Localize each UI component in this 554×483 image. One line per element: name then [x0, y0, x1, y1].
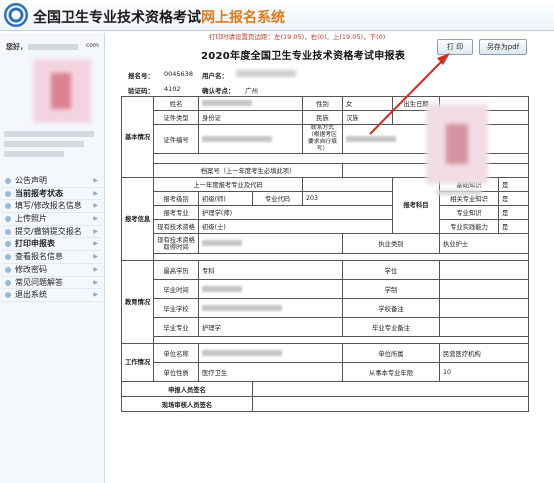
chevron-right-icon: ▶: [93, 177, 98, 184]
menu-item-faq[interactable]: 常见问题解答 ▶: [2, 277, 102, 290]
arrow-line: [369, 59, 444, 135]
bullet-icon: [5, 241, 11, 248]
bullet-icon: [5, 178, 11, 184]
site-header: 全国卫生专业技术资格考试网上报名系统: [0, 0, 554, 31]
menu-item-edit-info[interactable]: 填写/修改报名信息 ▶: [2, 200, 102, 214]
chevron-right-icon: ▶: [93, 265, 98, 273]
chevron-right-icon: ▶: [93, 189, 98, 197]
blurred-info-2: [4, 141, 84, 147]
main-content: 打印时请设置页边距：左(19.05)，右(0)，上(19.05)，下(0) 打 …: [106, 30, 554, 483]
blurred-info-1: [4, 131, 94, 137]
account-suffix: com: [86, 42, 99, 49]
chevron-right-icon: ▶: [93, 240, 98, 248]
user-photo: [33, 59, 91, 123]
menu-item-view-info[interactable]: 查看报名信息 ▶: [2, 251, 102, 264]
bullet-icon: [5, 190, 11, 197]
bullet-icon: [5, 279, 11, 286]
sidebar-menu: 公告声明 ▶ 当前报考状态 ▶ 填写/修改报名信息 ▶ 上传照片 ▶ 提交/撤销提交报名…: [2, 175, 102, 302]
chevron-right-icon: ▶: [93, 227, 98, 235]
bullet-icon: [5, 292, 11, 299]
menu-item-submit[interactable]: 提交/撤销提交报名 ▶: [2, 226, 102, 239]
welcome-text: 您好，: [6, 43, 27, 51]
menu-item-change-password[interactable]: 修改密码 ▶: [2, 264, 102, 277]
menu-item-status[interactable]: 当前报考状态 ▶: [2, 188, 102, 201]
username-blurred: [28, 44, 78, 50]
logo-icon: [4, 3, 28, 27]
chevron-right-icon: ▶: [93, 253, 98, 261]
chevron-right-icon: ▶: [93, 215, 98, 223]
menu-item-upload-photo[interactable]: 上传照片 ▶: [2, 213, 102, 226]
sidebar: 您好， com 公告声明 ▶ 当前报考状态 ▶ 填写/修改报名信息 ▶ 上传照片 ▶ 提…: [0, 33, 105, 483]
menu-item-announcement[interactable]: 公告声明 ▶: [2, 175, 102, 188]
bullet-icon: [5, 266, 11, 273]
menu-item-logout[interactable]: 退出系统 ▶: [2, 289, 102, 302]
annotation-arrow: [369, 53, 450, 135]
chevron-right-icon: ▶: [93, 202, 98, 210]
bullet-icon: [5, 228, 11, 235]
menu-item-print[interactable]: 打印申报表 ▶: [2, 238, 102, 252]
chevron-right-icon: ▶: [93, 278, 98, 286]
site-title: 全国卫生专业技术资格考试网上报名系统: [33, 10, 285, 26]
blurred-info-3: [4, 151, 64, 157]
chevron-right-icon: ▶: [93, 291, 98, 299]
bullet-icon: [5, 254, 11, 261]
bullet-icon: [5, 203, 11, 210]
bullet-icon: [5, 216, 11, 223]
